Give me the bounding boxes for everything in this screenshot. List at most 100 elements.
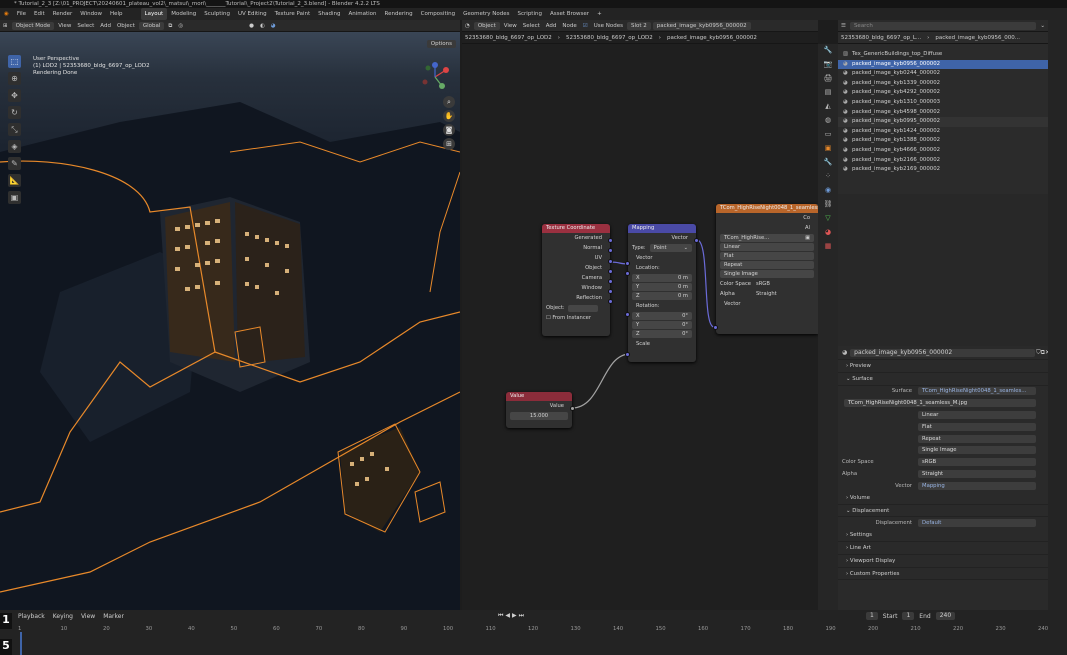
prop-interp-select[interactable]: Linear bbox=[918, 411, 1036, 420]
physics-tab-icon[interactable]: ◉ bbox=[821, 186, 835, 198]
view-layer-tab-icon[interactable]: ▤ bbox=[821, 88, 835, 100]
surface-shader-field[interactable]: TCom_HighRiseNight0048_1_seamles... bbox=[918, 387, 1036, 396]
rotation-x-field[interactable]: X 0° bbox=[632, 312, 692, 320]
preview-section[interactable]: › Preview bbox=[838, 360, 1050, 373]
tl-view-menu[interactable]: View bbox=[77, 613, 99, 620]
object-field[interactable] bbox=[567, 304, 598, 312]
tl-keying-menu[interactable]: Keying bbox=[49, 613, 77, 620]
proportional-icon[interactable]: ◎ bbox=[175, 20, 186, 32]
annotate-icon[interactable]: ✎ bbox=[8, 157, 21, 170]
prop-source-select[interactable]: Single Image bbox=[918, 446, 1036, 455]
tab-shading[interactable]: Shading bbox=[314, 8, 344, 20]
outliner-item[interactable]: ◕ packed_image_kyb1339_000002 bbox=[838, 79, 1048, 89]
add-workspace-button[interactable]: + bbox=[593, 8, 606, 20]
outliner-item[interactable]: ▨ Tex_GenericBuildings_top_Diffuse bbox=[838, 50, 1048, 60]
playhead[interactable] bbox=[20, 632, 22, 655]
outliner-item[interactable]: ◕ packed_image_kyb1424_000002 bbox=[838, 127, 1048, 137]
ne-menu-add[interactable]: Add bbox=[543, 20, 560, 32]
outliner-item[interactable]: ◕ packed_image_kyb2166_000002 bbox=[838, 156, 1048, 166]
ne-menu-node[interactable]: Node bbox=[559, 20, 579, 32]
outliner-item[interactable]: ◕ packed_image_kyb0244_000002 bbox=[838, 69, 1048, 79]
image-file-field[interactable]: TCom_HighRiseNight0048_1_seamless_M.jpg bbox=[844, 399, 1036, 408]
shading-solid-icon[interactable]: ● bbox=[246, 20, 257, 32]
line-art-section[interactable]: › Line Art bbox=[838, 542, 1050, 555]
vp-menu-add[interactable]: Add bbox=[97, 20, 114, 32]
tab-modeling[interactable]: Modeling bbox=[167, 8, 200, 20]
tl-playback-menu[interactable]: Playback bbox=[14, 613, 49, 620]
image-datablock[interactable]: TCom_HighRise... ▣ bbox=[720, 234, 814, 242]
tab-asset-browser[interactable]: Asset Browser bbox=[546, 8, 593, 20]
prop-proj-select[interactable]: Flat bbox=[918, 422, 1036, 431]
image-proj-select[interactable]: Flat bbox=[720, 252, 814, 260]
menu-help[interactable]: Help bbox=[106, 8, 127, 20]
image-colorspace[interactable]: sRGB bbox=[756, 281, 770, 287]
prop-vector-field[interactable]: Mapping bbox=[918, 481, 1036, 490]
rotation-y-field[interactable]: Y 0° bbox=[632, 321, 692, 329]
tab-uv-editing[interactable]: UV Editing bbox=[234, 8, 271, 20]
custom-properties-section[interactable]: › Custom Properties bbox=[838, 568, 1050, 581]
viewport-options-button[interactable]: Options bbox=[426, 40, 456, 48]
move-icon[interactable]: ✥ bbox=[8, 89, 21, 102]
menu-file[interactable]: File bbox=[13, 8, 30, 20]
displacement-section[interactable]: ⌄ Displacement bbox=[838, 505, 1050, 518]
blender-logo-icon[interactable]: ◉ bbox=[0, 8, 13, 20]
material-name-field[interactable]: packed_image_kyb0956_000002 bbox=[850, 348, 1036, 357]
tab-geometry-nodes[interactable]: Geometry Nodes bbox=[459, 8, 513, 20]
surface-section[interactable]: ⌄ Surface bbox=[838, 373, 1050, 386]
from-instancer-checkbox[interactable]: ☐ bbox=[546, 315, 551, 321]
settings-section[interactable]: › Settings bbox=[838, 529, 1050, 542]
select-box-icon[interactable]: ⬚ bbox=[8, 55, 21, 68]
outliner-item[interactable]: ◕ packed_image_kyb1310_000003 bbox=[838, 98, 1048, 108]
value-field[interactable]: 15.000 bbox=[510, 412, 568, 420]
mapping-node[interactable]: Mapping Vector Type: Point ⌄ Vector Locati… bbox=[625, 224, 699, 362]
mapping-type-select[interactable]: Point ⌄ bbox=[649, 244, 692, 252]
playback-controls-icon[interactable]: ⏮◀▶⏭ bbox=[498, 612, 526, 620]
value-node[interactable]: Value Value 15.000 bbox=[506, 392, 575, 428]
outliner-item[interactable]: ◕ packed_image_kyb4666_000002 bbox=[838, 146, 1048, 156]
vp-menu-view[interactable]: View bbox=[55, 20, 74, 32]
data-tab-icon[interactable]: ▽ bbox=[821, 214, 835, 226]
location-x-field[interactable]: X0 m bbox=[632, 274, 692, 282]
ortho-grid-icon[interactable]: ⊞ bbox=[443, 138, 455, 150]
cursor-icon[interactable]: ⊕ bbox=[8, 72, 21, 85]
measure-icon[interactable]: 📐 bbox=[8, 174, 21, 187]
node-editor-canvas[interactable]: Texture Coordinate Generated Normal UV O… bbox=[462, 44, 818, 610]
node-editor-type-icon[interactable]: ◔ bbox=[462, 20, 473, 32]
shading-rendered-icon[interactable]: ◕ bbox=[268, 20, 279, 32]
material-select[interactable]: packed_image_kyb0956_000002 bbox=[652, 21, 751, 30]
slot-select[interactable]: Slot 2 bbox=[626, 21, 651, 30]
displacement-field[interactable]: Default bbox=[918, 519, 1036, 528]
transform-orientation[interactable]: Global bbox=[138, 21, 165, 30]
tab-rendering[interactable]: Rendering bbox=[381, 8, 417, 20]
shading-material-icon[interactable]: ◐ bbox=[257, 20, 268, 32]
use-nodes-checkbox[interactable]: ☑ bbox=[580, 20, 591, 32]
outliner-item[interactable]: ◕ packed_image_kyb4598_000002 bbox=[838, 108, 1048, 118]
filter-icon[interactable]: ⌄ bbox=[1037, 20, 1048, 32]
output-tab-icon[interactable]: 🖨 bbox=[821, 74, 835, 86]
tab-texture-paint[interactable]: Texture Paint bbox=[271, 8, 315, 20]
tab-animation[interactable]: Animation bbox=[344, 8, 380, 20]
image-ext-select[interactable]: Repeat bbox=[720, 261, 814, 269]
zoom-icon[interactable]: ⌕ bbox=[443, 96, 455, 108]
image-source-select[interactable]: Single Image bbox=[720, 270, 814, 278]
editor-type-icon[interactable]: ⊞ bbox=[0, 20, 11, 32]
outliner-item[interactable]: ◕ packed_image_kyb1388_000002 bbox=[838, 136, 1048, 146]
menu-render[interactable]: Render bbox=[49, 8, 77, 20]
end-frame-field[interactable]: 240 bbox=[935, 612, 956, 620]
object-tab-icon[interactable]: ▣ bbox=[821, 144, 835, 156]
image-interp-select[interactable]: Linear bbox=[720, 243, 814, 251]
outliner-search[interactable]: Search bbox=[849, 21, 1037, 30]
particles-tab-icon[interactable]: ⁘ bbox=[821, 172, 835, 184]
location-y-field[interactable]: Y0 m bbox=[632, 283, 692, 291]
modifier-tab-icon[interactable]: 🔧 bbox=[821, 158, 835, 170]
timeline[interactable]: Playback Keying View Marker ⏮◀▶⏭ 1 Start… bbox=[0, 610, 1067, 655]
transform-icon[interactable]: ◈ bbox=[8, 140, 21, 153]
menu-edit[interactable]: Edit bbox=[30, 8, 49, 20]
rotate-icon[interactable]: ↻ bbox=[8, 106, 21, 119]
start-frame-field[interactable]: 1 bbox=[902, 612, 915, 620]
collection-tab-icon[interactable]: ▭ bbox=[821, 130, 835, 142]
tl-marker-menu[interactable]: Marker bbox=[99, 613, 128, 620]
scale-icon[interactable]: ⤡ bbox=[8, 123, 21, 136]
texture-coordinate-node[interactable]: Texture Coordinate Generated Normal UV O… bbox=[542, 224, 613, 336]
ne-menu-select[interactable]: Select bbox=[520, 20, 543, 32]
